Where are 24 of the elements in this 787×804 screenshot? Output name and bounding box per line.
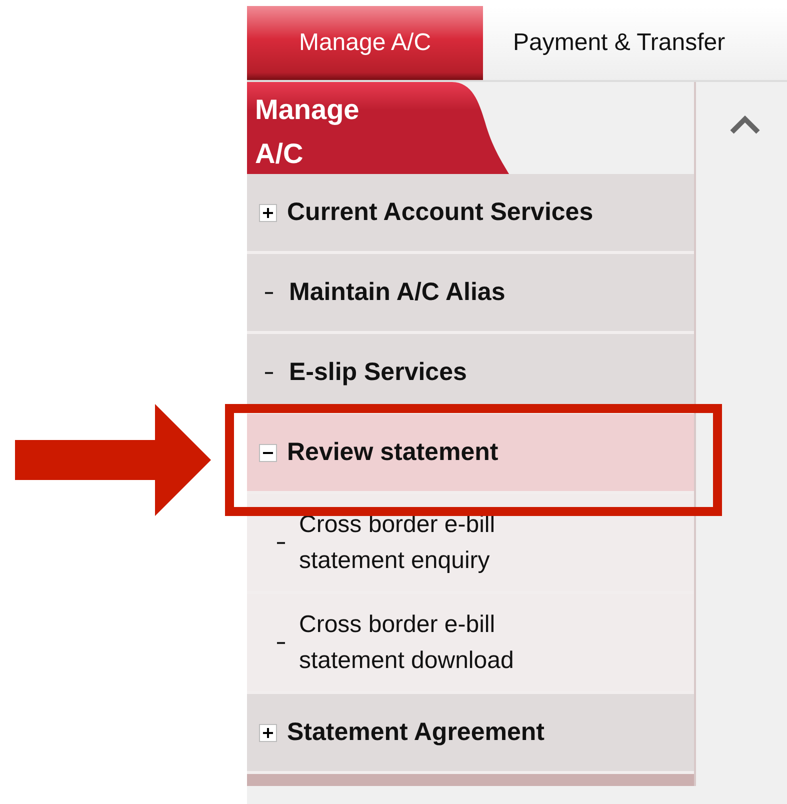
dash-icon	[277, 542, 285, 544]
dash-icon	[265, 292, 273, 294]
menu-item[interactable]: Statement Agreement	[247, 694, 694, 774]
minus-icon[interactable]	[259, 444, 277, 462]
menu-item[interactable]: Maintain A/C Alias	[247, 254, 694, 334]
menu-label: Cross border e-bill statement enquiry	[299, 510, 496, 576]
menu-item[interactable]: Review statement	[247, 414, 694, 494]
menu-item[interactable]: Cross border e-bill statement download	[247, 594, 694, 694]
menu-label: Current Account Services	[287, 198, 594, 227]
sidebar-title: Manage A/C	[255, 93, 360, 171]
chevron-up-icon[interactable]	[730, 114, 760, 134]
dash-icon	[277, 642, 285, 644]
plus-icon[interactable]	[259, 724, 277, 742]
menu-item[interactable]: Current Account Services	[247, 174, 694, 254]
nav-tab[interactable]: Manage A/C	[247, 6, 483, 80]
menu-label: E-slip Services	[289, 358, 467, 387]
dash-icon	[265, 372, 273, 374]
menu-label: Review statement	[287, 438, 498, 467]
nav-tab[interactable]: Payment & Transfer	[483, 6, 756, 80]
menu-label: Statement Agreement	[287, 718, 544, 747]
plus-icon[interactable]	[259, 204, 277, 222]
menu-item[interactable]: Cross border e-bill statement enquiry	[247, 494, 694, 594]
menu-label: Maintain A/C Alias	[289, 278, 506, 307]
menu-label: Cross border e-bill statement download	[299, 610, 515, 676]
